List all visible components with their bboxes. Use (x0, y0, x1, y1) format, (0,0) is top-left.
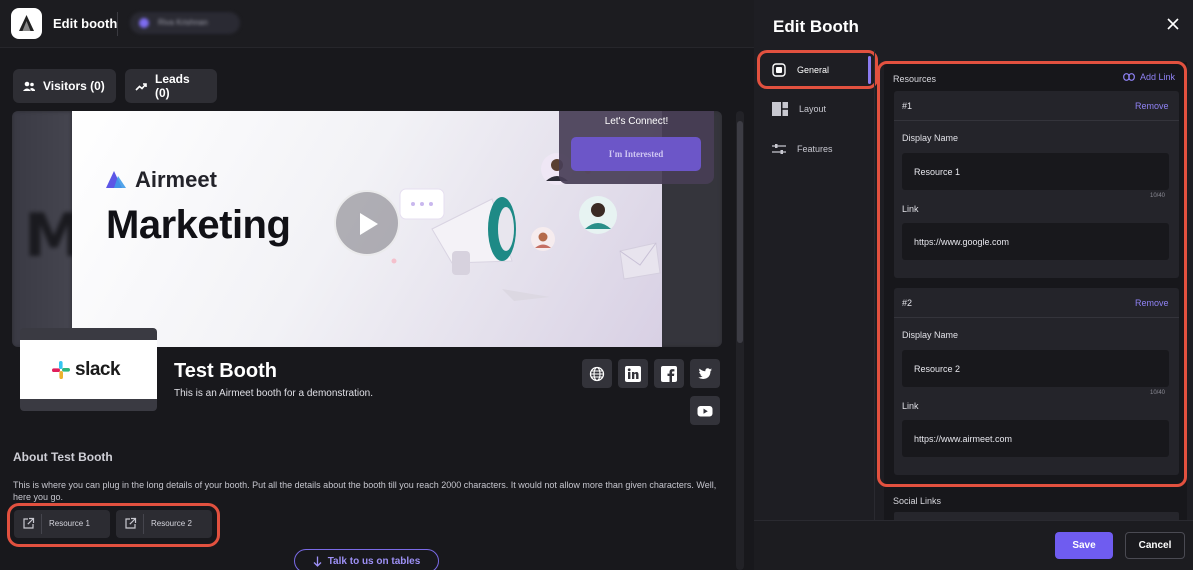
panel-divider (874, 50, 875, 520)
general-highlight (757, 50, 878, 89)
preview-scrollbar-thumb[interactable] (737, 121, 743, 343)
website-button[interactable] (582, 359, 612, 388)
linkedin-icon (625, 366, 641, 382)
twitter-button[interactable] (690, 359, 720, 388)
linkedin-button[interactable] (618, 359, 648, 388)
external-link-icon (23, 517, 35, 529)
leads-button[interactable]: Leads (0) (125, 69, 217, 103)
nav-item-features[interactable]: Features (772, 142, 833, 156)
resources-highlight-panel (877, 61, 1187, 487)
nav-active-indicator (868, 56, 871, 84)
play-button[interactable] (334, 190, 400, 256)
booth-name: Test Booth (174, 360, 277, 382)
booth-description: This is an Airmeet booth for a demonstra… (174, 388, 373, 399)
close-icon[interactable] (1166, 17, 1180, 31)
nav-item-layout[interactable]: Layout (772, 102, 826, 116)
app-title: Edit booth (53, 16, 118, 31)
twitter-icon (698, 368, 712, 379)
resource-chip-label: Resource 2 (151, 519, 192, 528)
talk-on-tables-label: Talk to us on tables (327, 555, 421, 567)
trend-up-icon (135, 82, 147, 91)
booth-logo: slack (20, 328, 157, 411)
leads-label: Leads (0) (155, 72, 190, 100)
user-name: Riva Krishnan (158, 18, 208, 27)
connect-title: Let's Connect! (604, 116, 669, 127)
social-links-title: Social Links (893, 496, 942, 506)
about-body: This is where you can plug in the long d… (13, 480, 717, 502)
talk-on-tables-button[interactable]: Talk to us on tables (294, 549, 439, 570)
facebook-button[interactable] (654, 359, 684, 388)
brand-name: Airmeet (135, 167, 217, 192)
arrow-down-icon (313, 556, 322, 567)
users-icon (23, 81, 35, 91)
about-title: About Test Booth (13, 450, 113, 464)
resource-chip-label: Resource 1 (49, 519, 90, 528)
youtube-icon (697, 406, 713, 417)
interested-button[interactable]: I'm Interested (571, 137, 701, 171)
topbar-divider (117, 12, 118, 36)
airmeet-logo-icon[interactable] (11, 8, 42, 39)
nav-label: Features (797, 144, 833, 154)
slack-logo: slack (52, 359, 121, 381)
cancel-button[interactable]: Cancel (1125, 532, 1185, 559)
connect-card: Let's Connect! I'm Interested (559, 111, 714, 184)
banner-blur-left: M (12, 111, 84, 347)
save-button[interactable]: Save (1055, 532, 1113, 559)
visitors-button[interactable]: Visitors (0) (13, 69, 116, 103)
user-chip[interactable]: Riva Krishnan (130, 12, 240, 34)
youtube-button[interactable] (690, 396, 720, 425)
website-icon (589, 366, 605, 382)
panel-title: Edit Booth (773, 17, 859, 36)
external-link-icon (125, 517, 137, 529)
booth-logo-text: slack (75, 359, 121, 380)
facebook-icon (661, 366, 677, 382)
play-icon (360, 213, 378, 235)
user-avatar (139, 18, 149, 28)
slack-icon (52, 361, 70, 379)
visitors-label: Visitors (0) (43, 79, 105, 93)
preview-scrollbar[interactable] (736, 111, 744, 570)
sliders-icon (772, 144, 786, 154)
resource-chip-1[interactable]: Resource 1 (14, 510, 110, 538)
brand-row: Airmeet (105, 167, 217, 193)
airmeet-brand-icon (106, 171, 126, 188)
nav-label: Layout (799, 104, 827, 114)
social-links-section (894, 512, 1179, 520)
top-bar: Edit booth Riva Krishnan (0, 0, 754, 48)
layout-icon (772, 102, 788, 116)
resource-chip-2[interactable]: Resource 2 (116, 510, 212, 538)
banner-title: Marketing (106, 203, 291, 247)
